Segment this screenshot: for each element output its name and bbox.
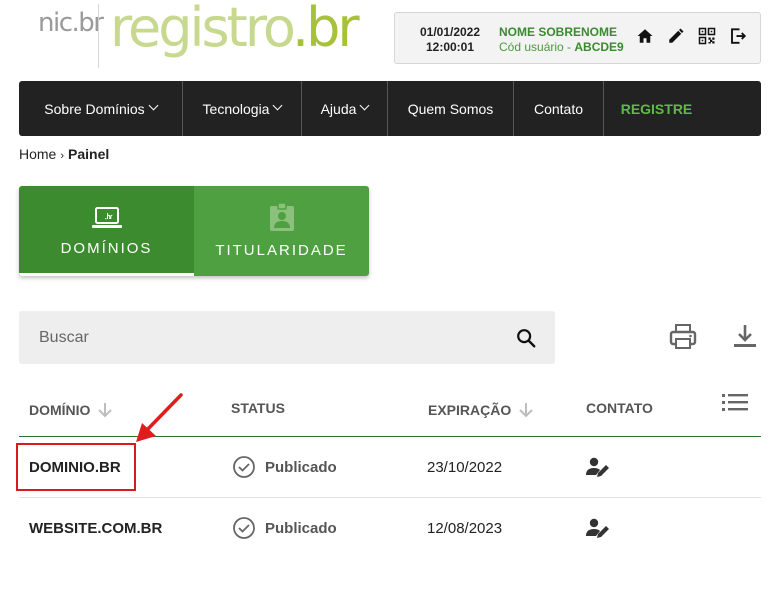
nav-item-contato[interactable]: Contato: [514, 81, 604, 136]
domain-link[interactable]: WEBSITE.COM.BR: [29, 520, 162, 537]
header-actions: [635, 26, 748, 46]
column-header-expiration[interactable]: EXPIRAÇÃO: [428, 402, 533, 418]
nav-item-quem-somos[interactable]: Quem Somos: [388, 81, 514, 136]
tab-dominios[interactable]: DOMÍNIOS: [19, 186, 194, 276]
column-list-icon[interactable]: [722, 392, 748, 414]
breadcrumb-separator: ›: [60, 150, 65, 162]
nic-br-logo[interactable]: nic.br: [38, 8, 104, 38]
column-header-status: STATUS: [231, 400, 285, 416]
nav-item-registre[interactable]: REGISTRE: [604, 81, 709, 136]
sort-down-icon: [519, 403, 533, 418]
nav-item-ajuda[interactable]: Ajuda: [302, 81, 388, 136]
session-date: 01/01/2022: [419, 25, 481, 39]
check-circle-icon: [233, 517, 255, 539]
edit-icon[interactable]: [666, 26, 686, 46]
edit-contact-icon[interactable]: [585, 456, 611, 480]
user-identity: NOME SOBRENOME Cód usuário - ABCDE9: [499, 25, 624, 55]
expiration-date: 12/08/2023: [427, 520, 503, 537]
chevron-down-icon: [148, 100, 159, 111]
header: nic.br registro.br 01/01/2022 12:00:01 N…: [0, 0, 781, 78]
logo-divider: [98, 4, 99, 68]
print-icon[interactable]: [669, 323, 697, 351]
session-datetime: 01/01/2022 12:00:01: [405, 25, 495, 55]
nav-item-tecnologia[interactable]: Tecnologia: [183, 81, 302, 136]
tab-titularidade-label: TITULARIDADE: [215, 241, 348, 259]
search-icon[interactable]: [515, 327, 537, 349]
session-time: 12:00:01: [425, 40, 475, 54]
search-bar: [19, 311, 555, 364]
chevron-down-icon: [273, 100, 283, 111]
main-nav: Sobre Domínios Tecnologia Ajuda Quem Som…: [19, 81, 761, 136]
annotation-highlight-box: [16, 443, 136, 491]
status-cell: Publicado: [232, 455, 337, 479]
status-text: Publicado: [265, 458, 337, 476]
table-row: WEBSITE.COM.BR Publicado 12/08/2023: [19, 498, 761, 559]
annotation-arrow-icon: [136, 393, 183, 442]
user-name: NOME SOBRENOME: [499, 25, 618, 39]
user-info-box: 01/01/2022 12:00:01 NOME SOBRENOME Cód u…: [394, 12, 761, 64]
chevron-down-icon: [359, 100, 370, 111]
breadcrumb-current: Painel: [68, 146, 110, 162]
laptop-br-icon: [91, 202, 123, 230]
status-cell: Publicado: [232, 516, 337, 540]
tab-titularidade[interactable]: TITULARIDADE: [194, 186, 369, 276]
panel-tabs: DOMÍNIOS TITULARIDADE: [19, 186, 369, 276]
check-circle-icon: [233, 456, 255, 478]
logout-icon[interactable]: [728, 26, 748, 46]
registro-br-logo[interactable]: registro.br: [110, 0, 360, 59]
qr-code-icon[interactable]: [697, 26, 717, 46]
column-header-contact: CONTATO: [586, 400, 653, 416]
column-header-domain[interactable]: DOMÍNIO: [29, 402, 113, 418]
expiration-date: 23/10/2022: [427, 459, 503, 476]
breadcrumb-home[interactable]: Home: [19, 146, 56, 162]
download-icon[interactable]: [731, 322, 759, 350]
user-code: Cód usuário - ABCDE9: [499, 40, 624, 54]
status-text: Publicado: [265, 519, 337, 537]
badge-icon: [269, 201, 295, 232]
search-input[interactable]: [19, 311, 499, 364]
nav-item-sobre-dominios[interactable]: Sobre Domínios: [19, 81, 183, 136]
sort-down-icon: [98, 403, 113, 418]
edit-contact-icon[interactable]: [585, 517, 611, 541]
tab-dominios-label: DOMÍNIOS: [60, 240, 153, 257]
breadcrumb: Home › Painel: [19, 146, 109, 162]
home-icon[interactable]: [635, 26, 655, 46]
